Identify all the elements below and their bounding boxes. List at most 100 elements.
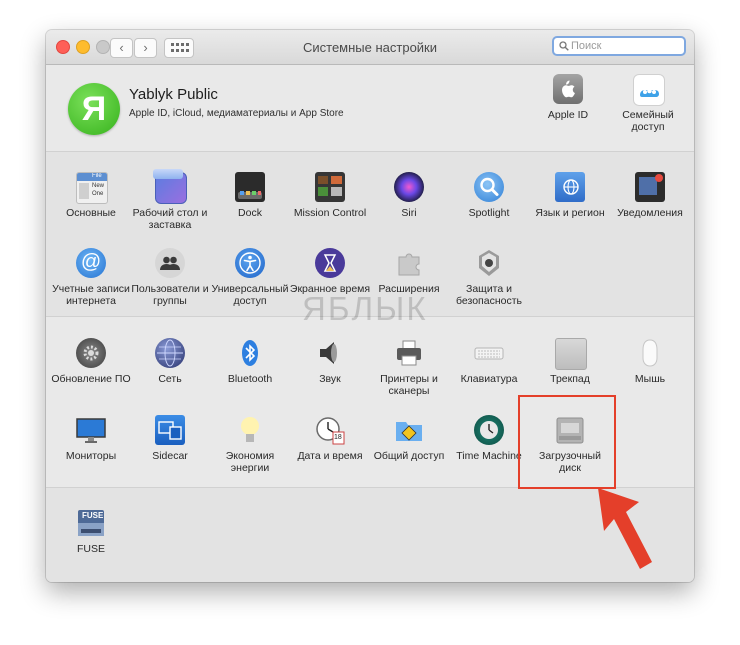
- mission-control-icon: [315, 172, 345, 202]
- general-new-text: New: [92, 183, 105, 189]
- pref-label: Экономия энергии: [225, 450, 275, 474]
- screen-time-icon: [315, 248, 345, 278]
- displays-icon: [76, 415, 106, 445]
- search-input[interactable]: [571, 38, 679, 54]
- pref-notifications[interactable]: Уведомления: [608, 172, 692, 246]
- internet-accounts-icon: @: [76, 248, 106, 278]
- network-icon: [155, 338, 185, 368]
- pref-mouse[interactable]: Мышь: [608, 338, 692, 412]
- sound-icon: [315, 338, 345, 368]
- pref-mission-control[interactable]: Mission Control: [288, 172, 372, 246]
- pref-label: Рабочий стол и заставка: [132, 207, 208, 231]
- pref-family-sharing[interactable]: Семейный доступ: [606, 74, 690, 148]
- pref-label: Spotlight: [468, 207, 510, 219]
- sharing-icon: [394, 415, 424, 445]
- pref-energy-saver[interactable]: Экономия энергии: [208, 415, 292, 489]
- pref-security[interactable]: Защита и безопасность: [447, 248, 531, 322]
- pref-label: Сеть: [158, 373, 182, 385]
- search-icon: [559, 41, 569, 51]
- pref-apple-id[interactable]: Apple ID: [526, 74, 610, 148]
- avatar[interactable]: Я: [68, 83, 120, 135]
- pref-accessibility[interactable]: Универсальный доступ: [208, 248, 292, 322]
- users-groups-icon: [155, 248, 185, 278]
- highlight-box: [518, 395, 616, 489]
- pref-printers[interactable]: Принтеры и сканеры: [367, 338, 451, 412]
- pref-label: Защита и безопасность: [456, 283, 522, 307]
- keyboard-icon: [474, 338, 504, 368]
- trackpad-icon: [555, 338, 587, 370]
- fuse-icon: FUSE: [76, 508, 106, 538]
- desktop-icon: [153, 169, 187, 204]
- siri-icon: [394, 172, 424, 202]
- pref-label: Универсальный доступ: [211, 283, 289, 307]
- mouse-icon: [635, 338, 665, 368]
- spotlight-icon: [474, 172, 504, 202]
- pref-label: Sidecar: [152, 450, 188, 462]
- general-one-text: One: [92, 191, 104, 197]
- pref-label: Мониторы: [65, 450, 117, 462]
- pref-label: Язык и регион: [535, 207, 605, 219]
- watermark: ЯБЛЫК: [302, 290, 428, 327]
- pref-label: Apple ID: [547, 109, 589, 121]
- pref-label: Клавиатура: [460, 373, 518, 385]
- language-region-icon: [555, 172, 585, 202]
- pref-label: Bluetooth: [227, 373, 273, 385]
- software-update-icon: [76, 338, 106, 368]
- pref-label: Mission Control: [293, 207, 367, 219]
- pref-label: Мышь: [634, 373, 666, 385]
- pref-label: Трекпад: [550, 373, 590, 385]
- pref-label: Siri: [401, 207, 417, 219]
- pref-software-update[interactable]: Обновление ПО: [49, 338, 133, 412]
- pref-label: Dock: [238, 207, 262, 219]
- pref-network[interactable]: Сеть: [128, 338, 212, 412]
- accessibility-icon: [235, 248, 265, 278]
- arrow-icon: [598, 488, 652, 569]
- family-sharing-icon: [633, 74, 665, 106]
- pref-label: Принтеры и сканеры: [380, 373, 438, 397]
- pref-dock[interactable]: Dock: [208, 172, 292, 246]
- energy-saver-icon: [235, 415, 265, 445]
- pref-label: Обновление ПО: [51, 373, 131, 385]
- pref-sound[interactable]: Звук: [288, 338, 372, 412]
- pref-bluetooth[interactable]: Bluetooth: [208, 338, 292, 412]
- pref-spotlight[interactable]: Spotlight: [447, 172, 531, 246]
- pref-label: Учетные записи интернета: [52, 283, 130, 307]
- apple-icon: [553, 74, 583, 104]
- general-icon: File New One: [76, 172, 108, 204]
- printers-icon: [394, 338, 424, 368]
- pref-label: Дата и время: [297, 450, 363, 462]
- pref-desktop[interactable]: Рабочий стол и заставка: [128, 169, 212, 246]
- calendar-day-text: 18: [334, 434, 342, 441]
- pref-general[interactable]: File New One Основные: [49, 172, 133, 246]
- sidecar-icon: [155, 415, 185, 445]
- pref-label: FUSE: [76, 543, 105, 555]
- account-name[interactable]: Yablyk Public: [129, 86, 218, 103]
- pref-label: Основные: [66, 207, 116, 219]
- pref-label: Общий доступ: [373, 450, 445, 462]
- pref-label: Звук: [319, 373, 341, 385]
- pref-label: Уведомления: [617, 207, 683, 219]
- security-icon: [474, 248, 504, 278]
- extensions-icon: [394, 248, 424, 278]
- date-time-icon: 18: [315, 415, 345, 445]
- notifications-icon: [635, 172, 665, 202]
- fuse-text: FUSE: [82, 511, 104, 520]
- pref-siri[interactable]: Siri: [367, 172, 451, 246]
- pref-users-groups[interactable]: Пользователи и группы: [128, 248, 212, 322]
- pref-label: Семейный доступ: [622, 109, 674, 133]
- pref-internet-accounts[interactable]: @ Учетные записи интернета: [49, 248, 133, 322]
- account-subtitle: Apple ID, iCloud, медиаматериалы и App S…: [129, 108, 344, 119]
- pref-language-region[interactable]: Язык и регион: [528, 172, 612, 246]
- pref-displays[interactable]: Мониторы: [49, 415, 133, 489]
- pref-fuse[interactable]: FUSE FUSE: [49, 508, 133, 582]
- pref-sidecar[interactable]: Sidecar: [128, 415, 212, 489]
- bluetooth-icon: [235, 338, 265, 368]
- search-field[interactable]: [552, 36, 686, 56]
- pref-date-time[interactable]: 18 Дата и время: [288, 415, 372, 489]
- titlebar: ‹ › Системные настройки: [46, 30, 694, 65]
- dock-icon: [235, 172, 265, 202]
- account-section: Я Yablyk Public Apple ID, iCloud, медиам…: [46, 65, 694, 152]
- general-file-text: File: [92, 173, 102, 179]
- pref-sharing[interactable]: Общий доступ: [367, 415, 451, 489]
- time-machine-icon: [474, 415, 504, 445]
